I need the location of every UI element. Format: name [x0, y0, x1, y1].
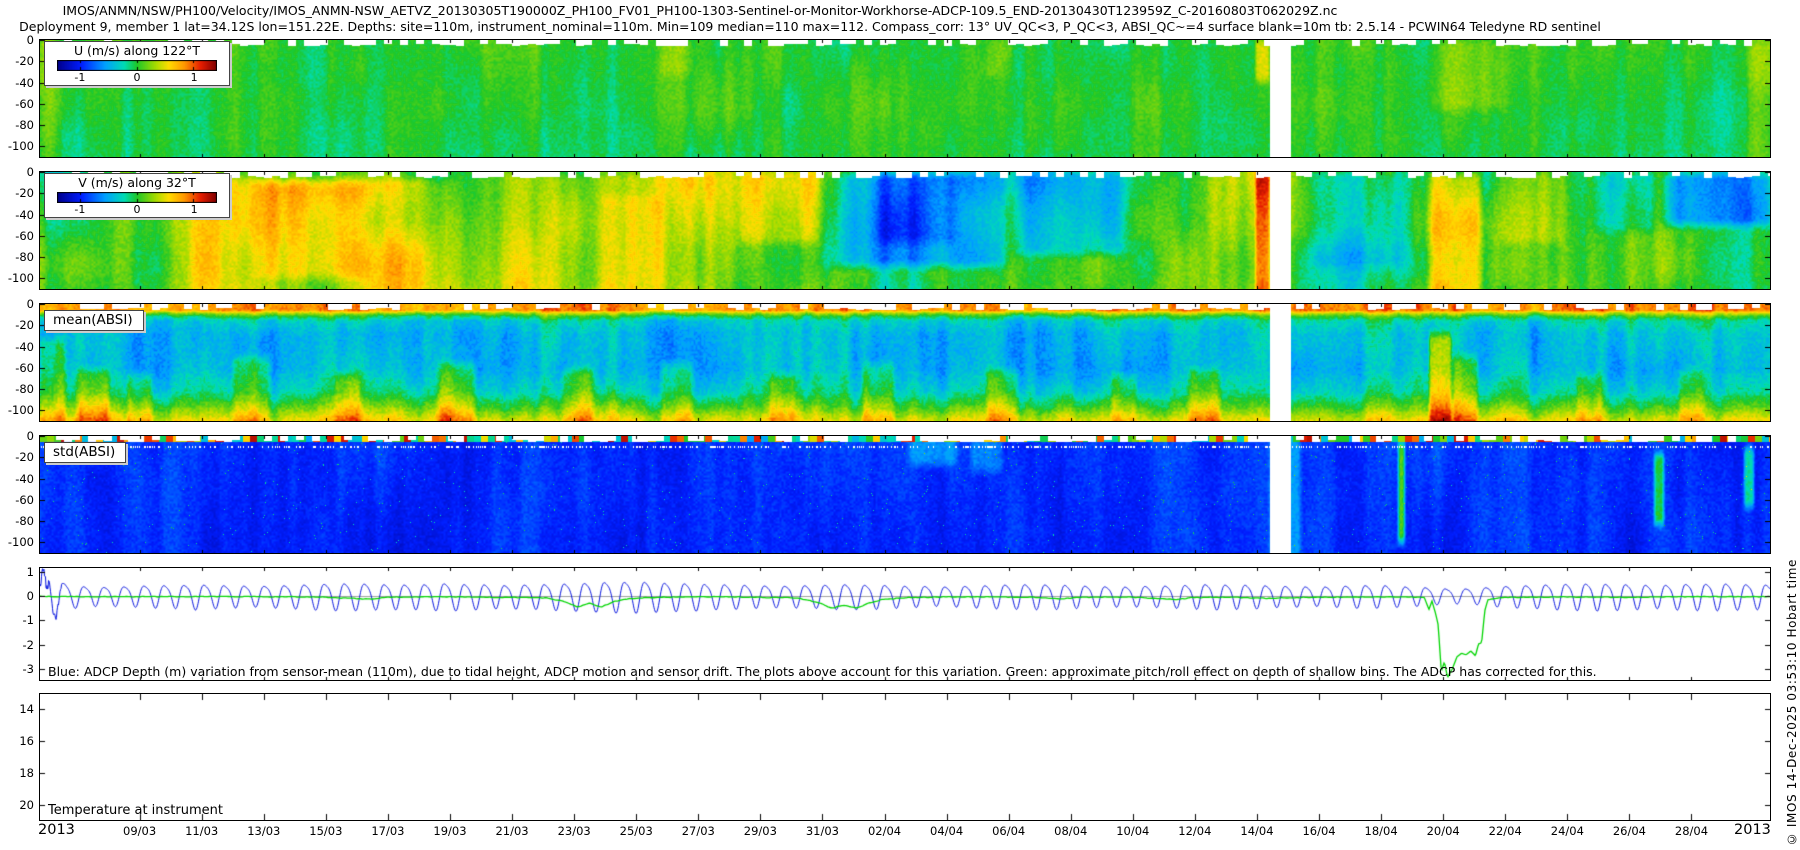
y-tick-label: 14	[0, 703, 34, 715]
x-tick-label: 11/03	[185, 824, 218, 838]
y-tick-label: 0	[0, 590, 34, 602]
y-tick-label: -20	[0, 451, 34, 463]
mean-absi-label: mean(ABSI)	[44, 310, 144, 331]
panel-std-absi: std(ABSI)	[39, 435, 1771, 554]
y-tick-label: -60	[0, 98, 34, 110]
y-tick-label: 18	[0, 767, 34, 779]
x-tick-label: 10/04	[1116, 824, 1149, 838]
x-tick-label: 28/04	[1675, 824, 1708, 838]
u-velocity-legend: U (m/s) along 122°T -1 0 1	[44, 41, 230, 86]
y-tick-label: -20	[0, 55, 34, 67]
u-velocity-legend-title: U (m/s) along 122°T	[45, 42, 229, 60]
v-velocity-legend-title: V (m/s) along 32°T	[45, 174, 229, 192]
y-tick-label: -60	[0, 494, 34, 506]
y-tick-label: -60	[0, 230, 34, 242]
u-velocity-colorbar-ticks: -1 0 1	[45, 71, 229, 85]
x-tick-label: 04/04	[930, 824, 963, 838]
x-tick-label: 13/03	[247, 824, 280, 838]
imos-copyright-watermark: © IMOS 14-Dec-2025 03:53:10 Hobart time	[1785, 559, 1799, 846]
std-absi-heatmap	[40, 436, 1770, 553]
x-tick-label: 18/04	[1365, 824, 1398, 838]
panel-temperature: Temperature at instrument	[39, 693, 1771, 821]
colorbar-tick-label: -1	[74, 71, 85, 84]
panel-u-velocity: U (m/s) along 122°T -1 0 1	[39, 39, 1771, 158]
x-tick-label: 24/04	[1551, 824, 1584, 838]
panel-v-velocity: V (m/s) along 32°T -1 0 1	[39, 171, 1771, 290]
x-tick-label: 25/03	[620, 824, 653, 838]
x-tick-label: 15/03	[309, 824, 342, 838]
x-tick-label: 17/03	[371, 824, 404, 838]
x-tick-label: 08/04	[1054, 824, 1087, 838]
y-tick-label: -100	[0, 404, 34, 416]
figure-title-filename: IMOS/ANMN/NSW/PH100/Velocity/IMOS_ANMN-N…	[0, 3, 1400, 18]
y-tick-label: -100	[0, 536, 34, 548]
depth-variation-note: Blue: ADCP Depth (m) variation from sens…	[48, 664, 1597, 679]
v-velocity-colorbar-ticks: -1 0 1	[45, 203, 229, 217]
y-tick-label: 1	[0, 566, 34, 578]
y-tick-label: -2	[0, 639, 34, 651]
x-tick-label: 02/04	[868, 824, 901, 838]
y-tick-label: 0	[0, 166, 34, 178]
y-tick-label: -20	[0, 319, 34, 331]
colorbar-tick-label: 0	[134, 71, 141, 84]
y-tick-label: -40	[0, 209, 34, 221]
x-tick-label: 29/03	[744, 824, 777, 838]
colorbar-tick-label: 1	[191, 71, 198, 84]
y-tick-label: -1	[0, 614, 34, 626]
y-tick-label: -40	[0, 341, 34, 353]
y-tick-label: -40	[0, 473, 34, 485]
y-tick-label: -100	[0, 140, 34, 152]
x-tick-label: 12/04	[1178, 824, 1211, 838]
x-tick-label: 21/03	[495, 824, 528, 838]
y-tick-label: 20	[0, 799, 34, 811]
x-tick-label: 31/03	[806, 824, 839, 838]
adcp-mooring-plots-figure: IMOS/ANMN/NSW/PH100/Velocity/IMOS_ANMN-N…	[0, 0, 1800, 850]
y-tick-label: 0	[0, 298, 34, 310]
u-velocity-colorbar	[57, 60, 217, 71]
y-tick-label: -80	[0, 119, 34, 131]
temperature-lineplot	[40, 694, 1770, 820]
y-tick-label: 0	[0, 430, 34, 442]
mean-absi-heatmap	[40, 304, 1770, 421]
x-tick-label: 26/04	[1613, 824, 1646, 838]
y-tick-label: -20	[0, 187, 34, 199]
panel-mean-absi: mean(ABSI)	[39, 303, 1771, 422]
colorbar-tick-label: 0	[134, 203, 141, 216]
x-tick-label: 20/04	[1427, 824, 1460, 838]
panel-depth-variation: Blue: ADCP Depth (m) variation from sens…	[39, 567, 1771, 681]
v-velocity-legend: V (m/s) along 32°T -1 0 1	[44, 173, 230, 218]
v-velocity-colorbar	[57, 192, 217, 203]
x-tick-label: 14/04	[1240, 824, 1273, 838]
y-tick-label: -80	[0, 515, 34, 527]
x-tick-label: 23/03	[558, 824, 591, 838]
x-axis-year-left: 2013	[38, 822, 75, 838]
x-tick-label: 06/04	[992, 824, 1025, 838]
v-velocity-heatmap	[40, 172, 1770, 289]
u-velocity-heatmap	[40, 40, 1770, 157]
figure-title-deployment-info: Deployment 9, member 1 lat=34.12S lon=15…	[0, 19, 1620, 34]
x-tick-label: 09/03	[123, 824, 156, 838]
x-axis-year-right: 2013	[1734, 822, 1771, 838]
colorbar-tick-label: -1	[74, 203, 85, 216]
y-tick-label: -80	[0, 251, 34, 263]
x-tick-label: 22/04	[1489, 824, 1522, 838]
y-tick-label: -80	[0, 383, 34, 395]
colorbar-tick-label: 1	[191, 203, 198, 216]
y-tick-label: -40	[0, 77, 34, 89]
y-tick-label: -3	[0, 663, 34, 675]
x-tick-label: 19/03	[433, 824, 466, 838]
x-tick-label: 16/04	[1302, 824, 1335, 838]
y-tick-label: -60	[0, 362, 34, 374]
std-absi-label: std(ABSI)	[44, 442, 126, 463]
y-tick-label: 16	[0, 735, 34, 747]
x-tick-label: 27/03	[682, 824, 715, 838]
temperature-label: Temperature at instrument	[48, 803, 223, 818]
y-tick-label: -100	[0, 272, 34, 284]
y-tick-label: 0	[0, 34, 34, 46]
